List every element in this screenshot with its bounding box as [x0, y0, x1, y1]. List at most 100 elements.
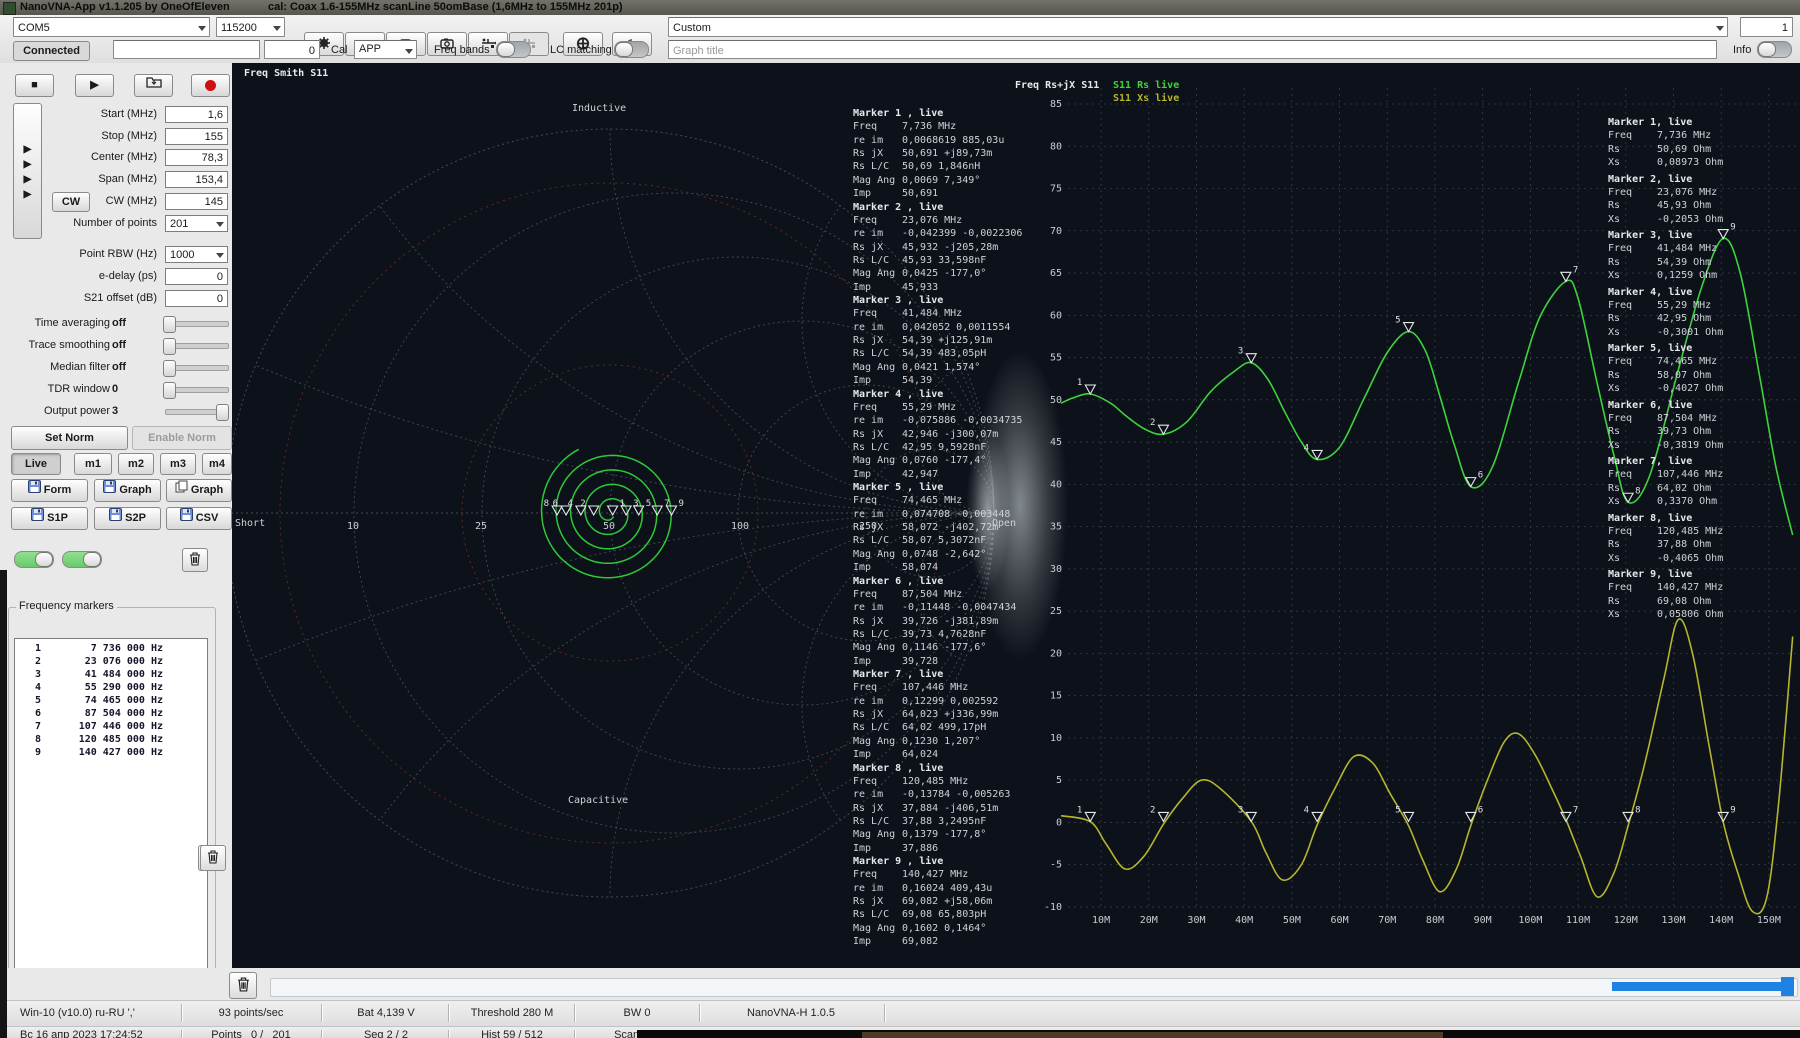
preset-count-field[interactable]: 1 [1740, 17, 1793, 37]
field-cw-mhz-[interactable]: 145 [165, 193, 228, 210]
marker-info-value: 58,07 Ohm [1657, 369, 1711, 382]
run-button[interactable]: ▶ [75, 74, 114, 97]
markers-toggle-1[interactable] [14, 551, 54, 568]
field-stop-mhz-[interactable]: 155 [165, 128, 228, 145]
marker-info-label: Rs L/C [853, 254, 902, 267]
frequency-marker-row[interactable]: 223 076 000 Hz [15, 655, 207, 668]
marker-info-label: Rs L/C [853, 534, 902, 547]
marker-info-label: re im [853, 414, 902, 427]
field-span-mhz-[interactable]: 153,4 [165, 171, 228, 188]
marker-info-label: Xs [1608, 608, 1657, 621]
export-s1p-button[interactable]: S1P [11, 507, 88, 530]
slider-handle-tdr-window[interactable] [163, 382, 176, 399]
offset-field[interactable]: 0 [264, 40, 320, 59]
marker-info-value: 87,504 MHz [902, 588, 962, 601]
slider-handle-time-averaging[interactable] [163, 316, 176, 333]
title-bar[interactable]: NanoVNA-App v1.1.205 by OneOfEleven cal:… [0, 0, 1800, 15]
slider-handle-output-power[interactable] [216, 404, 229, 421]
save-form-button[interactable]: Form [11, 479, 88, 502]
set-norm-button[interactable]: Set Norm [11, 426, 128, 450]
baud-rate-select[interactable]: 115200 [216, 17, 285, 37]
frequency-marker-row[interactable]: 455 290 000 Hz [15, 681, 207, 694]
record-button[interactable] [191, 74, 230, 97]
marker-info-label: Xs [1608, 495, 1657, 508]
mem-button-m3[interactable]: m3 [160, 453, 196, 475]
field-number-of-points[interactable]: 201 [165, 215, 228, 232]
field-s21-offset-db-[interactable]: 0 [165, 290, 228, 307]
frequency-marker-row[interactable]: 17 736 000 Hz [15, 642, 207, 655]
export-s2p-button[interactable]: S2P [94, 507, 161, 530]
frequency-marker-row[interactable]: 9140 427 000 Hz [15, 746, 207, 759]
clear-history-button[interactable] [229, 972, 257, 999]
scan-progress-handle[interactable] [1781, 977, 1794, 996]
field-center-mhz-[interactable]: 78,3 [165, 149, 228, 166]
marker-info-row: Rs jX45,932 -j205,28m [853, 241, 1048, 254]
mem-button-m2[interactable]: m2 [118, 453, 154, 475]
preset-select[interactable]: Custom [668, 17, 1728, 37]
marker-info-value: 0,0760 -177,4° [902, 454, 986, 467]
panel-clear-button[interactable] [200, 845, 226, 871]
marker-info-row: re im0,0068619 885,03u [853, 134, 1048, 147]
enable-norm-button[interactable]: Enable Norm [132, 426, 232, 450]
chart-area: 1234567898580757065605550454035302520151… [232, 63, 1800, 968]
delete-markers-button[interactable] [182, 548, 208, 572]
marker-info-row: Imp37,886 [853, 842, 1048, 855]
marker-info-label: Rs jX [853, 147, 902, 160]
marker-info-row: re im0,16024 409,43u [853, 882, 1048, 895]
cal-mode-select[interactable]: APP [354, 40, 417, 59]
svg-text:90M: 90M [1474, 915, 1492, 926]
field-start-mhz-[interactable]: 1,6 [165, 106, 228, 123]
inductive-label: Inductive [572, 103, 626, 114]
marker-info-value: -0,11448 -0,0047434 [902, 601, 1016, 614]
save-graph-button[interactable]: Graph [166, 479, 232, 502]
marker-info-row: re im0,12299 0,002592 [853, 695, 1048, 708]
field-point-rbw-hz-[interactable]: 1000 [165, 246, 228, 263]
marker-info-label: re im [853, 882, 902, 895]
marker-info-row: Xs-0,3001 Ohm [1608, 326, 1798, 339]
marker-info-row: Rs jX37,884 -j406,51m [853, 802, 1048, 815]
slider-value: 0 [112, 381, 136, 398]
com-port-select[interactable]: COM5 [13, 17, 210, 37]
mem-button-m4[interactable]: m4 [202, 453, 232, 475]
mem-button-live[interactable]: Live [11, 453, 61, 475]
svg-text:8: 8 [1635, 805, 1640, 815]
marker-info-label: Rs L/C [853, 908, 902, 921]
slider-value: off [112, 337, 136, 354]
marker-info-row: Freq7,736 MHz [853, 120, 1048, 133]
frequency-marker-row[interactable]: 687 504 000 Hz [15, 707, 207, 720]
save-graph-button[interactable]: Graph [94, 479, 161, 502]
frequency-marker-row[interactable]: 8120 485 000 Hz [15, 733, 207, 746]
connected-button[interactable]: Connected [13, 41, 90, 61]
markers-toggle-2[interactable] [62, 551, 102, 568]
marker-info-label: Freq [1608, 186, 1657, 199]
marker-info-value: 140,427 MHz [902, 868, 968, 881]
marker-info-value: 0,1146 -177,6° [902, 641, 986, 654]
load-button[interactable] [134, 74, 173, 97]
svg-text:1: 1 [1077, 805, 1082, 815]
frequency-marker-row[interactable]: 7107 446 000 Hz [15, 720, 207, 733]
slider-handle-trace-smoothing[interactable] [163, 338, 176, 355]
mem-button-m1[interactable]: m1 [74, 453, 112, 475]
marker-info-label: Mag Ang [853, 922, 902, 935]
export-csv-button[interactable]: CSV [166, 507, 232, 530]
marker-info-label: Freq [853, 588, 902, 601]
marker-info-label: Imp [853, 374, 902, 387]
stop-button[interactable]: ■ [15, 74, 54, 97]
marker-info-value: 69,08 65,803pH [902, 908, 986, 921]
slider-handle-median-filter[interactable] [163, 360, 176, 377]
lc-matching-toggle[interactable] [614, 41, 649, 58]
svg-text:7: 7 [1573, 265, 1578, 275]
svg-text:0: 0 [1056, 817, 1062, 828]
address-field[interactable] [113, 40, 260, 59]
graph-title-input[interactable]: Graph title [668, 40, 1717, 59]
frequency-marker-row[interactable]: 341 484 000 Hz [15, 668, 207, 681]
frequency-marker-row[interactable]: 574 465 000 Hz [15, 694, 207, 707]
freq-bands-toggle[interactable] [496, 41, 531, 58]
svg-text:70: 70 [1050, 226, 1062, 237]
field-e-delay-ps-[interactable]: 0 [165, 268, 228, 285]
cw-button[interactable]: CW [52, 192, 90, 212]
marker-info-label: Mag Ang [853, 361, 902, 374]
marker-info-row: Rs50,69 Ohm [1608, 143, 1798, 156]
button-label: S2P [125, 512, 146, 524]
info-toggle[interactable] [1757, 41, 1792, 58]
